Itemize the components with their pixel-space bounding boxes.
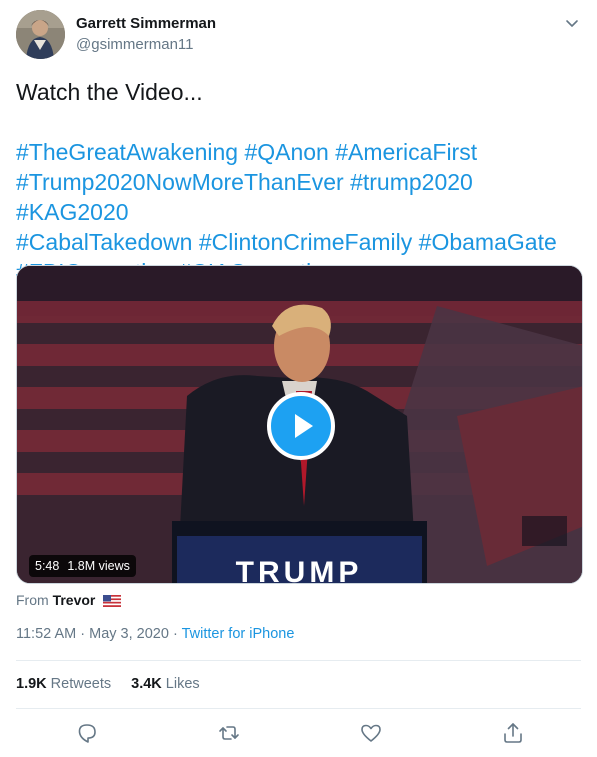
from-label: From	[16, 592, 49, 608]
avatar[interactable]	[16, 10, 65, 59]
tweet-text: Watch the Video... #TheGreatAwakening #Q…	[16, 77, 581, 287]
divider	[16, 708, 581, 709]
retweets-stat[interactable]: 1.9K Retweets	[16, 676, 111, 692]
video-attribution: From Trevor	[16, 592, 122, 610]
hashtag-link[interactable]: #AmericaFirst	[335, 139, 477, 165]
meta-separator: ·	[80, 626, 86, 642]
tweet-body: Watch the Video...	[16, 79, 203, 105]
tweet-time[interactable]: 11:52 AM	[16, 626, 76, 642]
tweet-meta: 11:52 AM · May 3, 2020 · Twitter for iPh…	[16, 626, 294, 642]
hashtag-link[interactable]: #TheGreatAwakening	[16, 139, 238, 165]
hashtag-link[interactable]: #CabalTakedown	[16, 229, 192, 255]
video-info-badge: 5:48 1.8M views	[29, 555, 136, 577]
hashtag-line: #CabalTakedown #ClintonCrimeFamily #Obam…	[16, 227, 581, 257]
tweet-source-link[interactable]: Twitter for iPhone	[182, 626, 295, 642]
hashtag-line: #TheGreatAwakening #QAnon #AmericaFirst	[16, 137, 581, 167]
tweet-stats: 1.9K Retweets 3.4K Likes	[16, 676, 200, 692]
us-flag-icon	[103, 594, 122, 610]
hashtag-line: #Trump2020NowMoreThanEver #trump2020 #KA…	[16, 167, 581, 227]
tweet-date[interactable]: May 3, 2020	[89, 626, 169, 642]
likes-count: 3.4K	[131, 676, 162, 692]
share-icon[interactable]	[500, 720, 526, 746]
video-duration: 5:48	[35, 559, 60, 573]
retweets-label: Retweets	[50, 676, 112, 692]
divider	[16, 660, 581, 661]
chevron-down-icon[interactable]	[563, 14, 581, 32]
action-bar	[0, 718, 597, 748]
hashtag-link[interactable]: #ObamaGate	[419, 229, 557, 255]
retweet-icon[interactable]	[216, 720, 242, 746]
hashtag-link[interactable]: #trump2020	[350, 169, 473, 195]
hashtag-link[interactable]: #Trump2020NowMoreThanEver	[16, 169, 344, 195]
author-name[interactable]: Garrett Simmerman	[76, 15, 216, 32]
likes-label: Likes	[165, 676, 200, 692]
likes-stat[interactable]: 3.4K Likes	[131, 676, 200, 692]
like-icon[interactable]	[358, 720, 384, 746]
from-name[interactable]: Trevor	[53, 592, 96, 608]
video-views: 1.8M views	[67, 559, 130, 573]
hashtag-link[interactable]: #QAnon	[244, 139, 328, 165]
retweets-count: 1.9K	[16, 676, 47, 692]
play-icon[interactable]	[267, 392, 335, 460]
hashtag-link[interactable]: #KAG2020	[16, 199, 129, 225]
author-handle[interactable]: @gsimmerman11	[76, 36, 193, 53]
meta-separator: ·	[172, 626, 178, 642]
tweet: Garrett Simmerman @gsimmerman11 Watch th…	[0, 0, 597, 757]
podium-text: TRUMP	[236, 556, 363, 584]
video-player[interactable]: TRUMP 5:48 1.8M views	[16, 265, 583, 584]
reply-icon[interactable]	[74, 720, 100, 746]
hashtag-link[interactable]: #ClintonCrimeFamily	[199, 229, 412, 255]
